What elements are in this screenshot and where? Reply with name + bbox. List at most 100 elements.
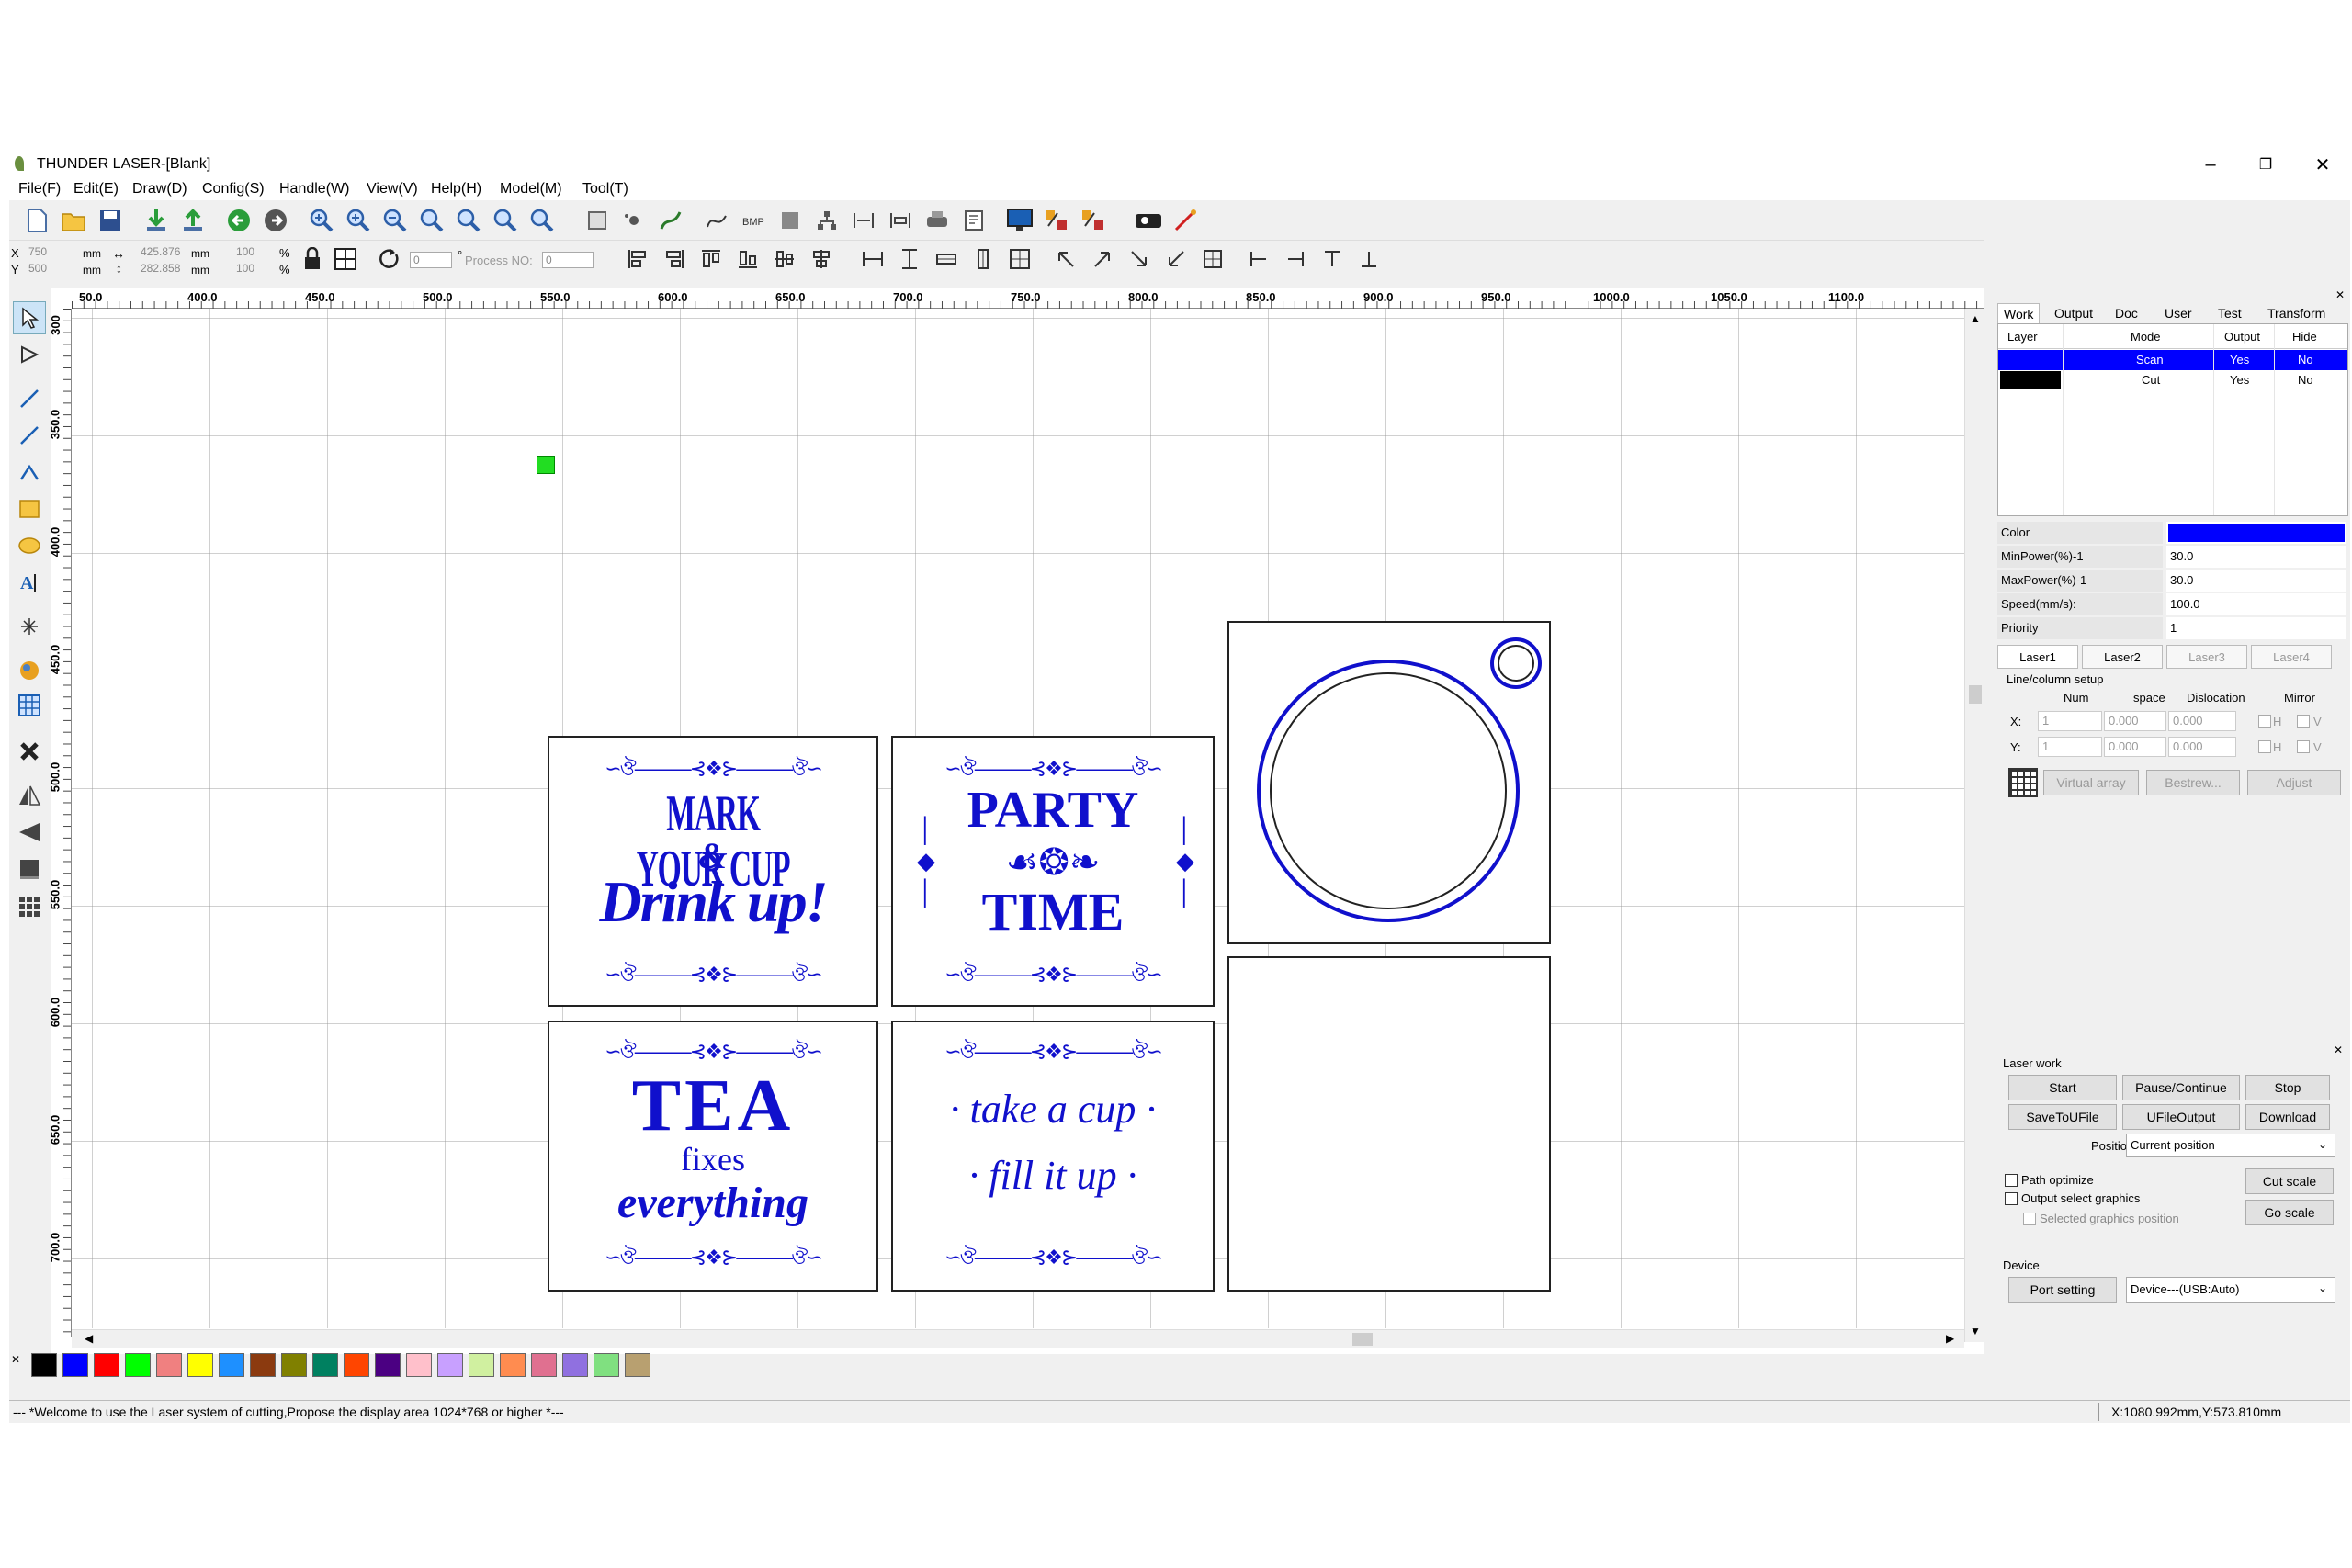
table-row[interactable]: Scan Yes No — [1998, 350, 2347, 370]
y-mirror-h-checkbox[interactable] — [2258, 740, 2271, 753]
tab-laser3[interactable]: Laser3 — [2166, 645, 2247, 669]
tab-laser1[interactable]: Laser1 — [1997, 645, 2078, 669]
preview-icon[interactable] — [957, 204, 990, 237]
menu-view[interactable]: View(V) — [367, 180, 418, 198]
coaster-design-4[interactable]: ∽ঔ―――⊰❖⊱―――ঔ∽ · take a cup · · fill it u… — [910, 1032, 1196, 1276]
color-swatch[interactable] — [437, 1353, 463, 1377]
selected-position-checkbox[interactable] — [2023, 1213, 2036, 1225]
align-top-icon[interactable] — [695, 243, 728, 276]
scale-x-input[interactable]: 100 — [233, 244, 270, 261]
layer-color-value[interactable] — [2166, 522, 2346, 544]
zoom-fit-icon[interactable] — [415, 204, 448, 237]
vertical-scroll-thumb[interactable] — [1969, 685, 1982, 704]
height-lock-icon[interactable]: ↕ — [116, 261, 122, 276]
tab-test[interactable]: Test — [2212, 303, 2247, 323]
open-folder-icon[interactable] — [57, 204, 90, 237]
close-button[interactable]: ✕ — [2295, 151, 2350, 178]
same-height-icon[interactable] — [967, 243, 1000, 276]
x-position-input[interactable]: 750 — [26, 244, 70, 261]
origin-marker[interactable] — [537, 456, 555, 474]
virtual-array-button[interactable]: Virtual array — [2043, 770, 2139, 795]
laser-pen-icon[interactable] — [1169, 204, 1202, 237]
ellipse-tool-icon[interactable] — [13, 529, 46, 562]
select-arrow-icon[interactable] — [13, 301, 46, 334]
bottom-edge-icon[interactable] — [1352, 243, 1385, 276]
node-edit-icon[interactable] — [617, 204, 650, 237]
menu-draw[interactable]: Draw(D) — [132, 180, 187, 198]
node-select-icon[interactable] — [13, 338, 46, 371]
redo-icon[interactable] — [259, 204, 292, 237]
mirror-h-icon[interactable] — [13, 779, 46, 812]
select-rect-icon[interactable] — [581, 204, 614, 237]
align-bottom-icon[interactable] — [731, 243, 764, 276]
palette-close-icon[interactable]: ✕ — [11, 1353, 20, 1366]
x-space-input[interactable]: 0.000 — [2104, 711, 2166, 731]
menu-file[interactable]: File(F) — [18, 180, 61, 198]
text-tool-icon[interactable]: A — [13, 566, 46, 599]
menu-help[interactable]: Help(H) — [431, 180, 481, 198]
color-swatch[interactable] — [250, 1353, 276, 1377]
color-swatch[interactable] — [219, 1353, 244, 1377]
adjust-button[interactable]: Adjust — [2247, 770, 2341, 795]
curve-tool-icon[interactable] — [13, 456, 46, 489]
monitor-icon[interactable] — [1003, 204, 1036, 237]
horizontal-scrollbar[interactable]: ◀ ▶ — [72, 1329, 1964, 1348]
center-icon[interactable] — [1196, 243, 1229, 276]
zoom-out-icon[interactable] — [379, 204, 412, 237]
mirror-v-icon[interactable] — [13, 816, 46, 849]
zoom-all-icon[interactable] — [526, 204, 559, 237]
color-swatch[interactable] — [625, 1353, 650, 1377]
rectangle-tool-icon[interactable] — [13, 492, 46, 525]
color-swatch[interactable] — [187, 1353, 213, 1377]
menu-handle[interactable]: Handle(W) — [279, 180, 349, 198]
bitmap-tool-icon[interactable] — [13, 654, 46, 687]
minpower-value[interactable]: 30.0 — [2166, 546, 2346, 568]
scroll-left-icon[interactable]: ◀ — [85, 1332, 93, 1345]
same-width-icon[interactable] — [930, 243, 963, 276]
menu-edit[interactable]: Edit(E) — [74, 180, 119, 198]
save-to-ufile-button[interactable]: SaveToUFile — [2008, 1104, 2117, 1130]
go-scale-button[interactable]: Go scale — [2245, 1200, 2334, 1225]
vertical-scrollbar[interactable]: ▲ ▼ — [1964, 309, 1984, 1342]
color-swatch[interactable] — [125, 1353, 151, 1377]
pause-continue-button[interactable]: Pause/Continue — [2122, 1075, 2240, 1100]
tab-transform[interactable]: Transform — [2262, 303, 2331, 323]
scroll-right-icon[interactable]: ▶ — [1946, 1332, 1954, 1345]
same-size-icon[interactable] — [1003, 243, 1036, 276]
laser-layout-2-icon[interactable] — [1077, 204, 1110, 237]
right-edge-icon[interactable] — [1279, 243, 1312, 276]
array-copy-icon[interactable] — [13, 889, 46, 922]
align-right-icon[interactable] — [658, 243, 691, 276]
hole-circle-inner[interactable] — [1498, 645, 1534, 682]
left-edge-icon[interactable] — [1242, 243, 1275, 276]
top-edge-icon[interactable] — [1316, 243, 1349, 276]
rotate-angle-input[interactable]: 0 — [410, 252, 452, 268]
tab-laser2[interactable]: Laser2 — [2082, 645, 2163, 669]
y-dislocation-input[interactable]: 0.000 — [2168, 737, 2236, 757]
minimize-button[interactable]: – — [2183, 151, 2238, 178]
color-swatch[interactable] — [62, 1353, 88, 1377]
align-v-icon[interactable] — [884, 204, 917, 237]
arrow-bottom-right-icon[interactable] — [1123, 243, 1156, 276]
coaster-design-2[interactable]: ∽ঔ―――⊰❖⊱―――ঔ∽ │ ◆ │ │ ◆ │ PARTY ☙❂❧ TIME ∽ঔ―… — [910, 750, 1196, 993]
coaster-ring-inner[interactable] — [1270, 672, 1507, 909]
zoom-in-icon[interactable] — [305, 204, 338, 237]
color-swatch[interactable] — [594, 1353, 619, 1377]
path-optimize-checkbox[interactable] — [2005, 1174, 2018, 1187]
zoom-in-2-icon[interactable] — [342, 204, 375, 237]
line-tool-icon[interactable] — [13, 382, 46, 415]
position-select[interactable]: Current position ⌄ — [2126, 1134, 2335, 1157]
import-icon[interactable] — [140, 204, 173, 237]
tab-work[interactable]: Work — [1997, 303, 2041, 323]
rotate-icon[interactable] — [373, 243, 406, 276]
y-num-input[interactable]: 1 — [2038, 737, 2102, 757]
panel-close-icon[interactable]: ✕ — [2335, 288, 2345, 301]
array-grid-icon[interactable] — [2008, 768, 2038, 797]
save-icon[interactable] — [94, 204, 127, 237]
polyline-tool-icon[interactable] — [13, 419, 46, 452]
process-no-input[interactable]: 0 — [542, 252, 594, 268]
coaster-design-3[interactable]: ∽ঔ―――⊰❖⊱―――ঔ∽ TEA fixes everything ∽ঔ―――… — [568, 1032, 858, 1276]
bestrew-button[interactable]: Bestrew... — [2146, 770, 2240, 795]
print-icon[interactable] — [921, 204, 954, 237]
tab-output[interactable]: Output — [2049, 303, 2098, 323]
